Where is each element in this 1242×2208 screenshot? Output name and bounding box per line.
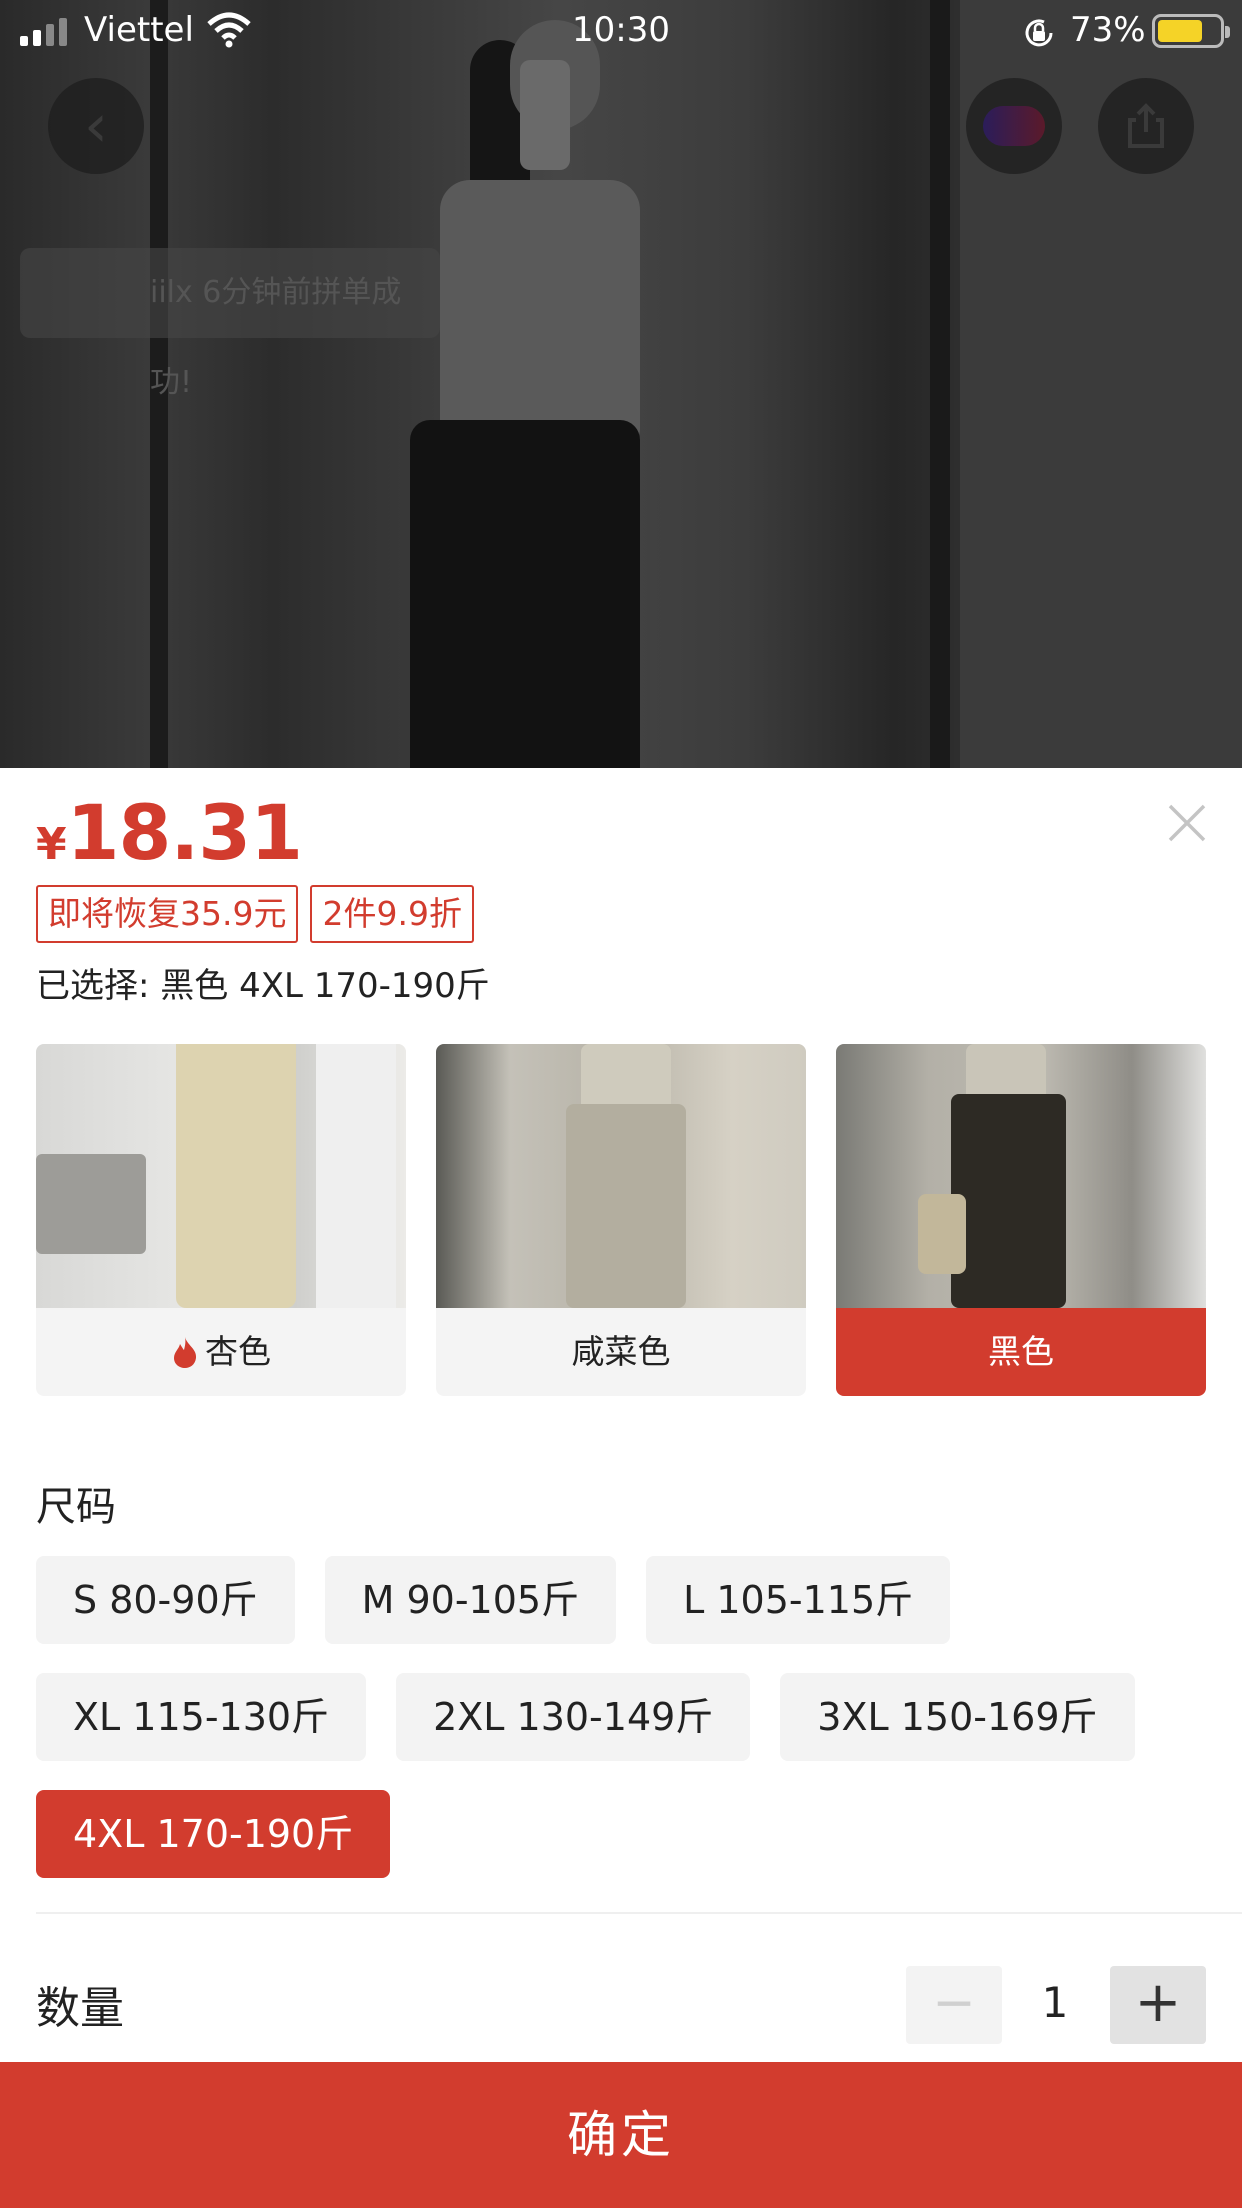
battery-percent: 73% — [1070, 10, 1146, 50]
share-icon — [1128, 103, 1164, 148]
quantity-value[interactable]: 1 — [1010, 1978, 1100, 2027]
photo-figure — [520, 60, 570, 170]
color-option-apricot[interactable]: 杏色 — [36, 1044, 406, 1396]
size-section-title: 尺码 — [36, 1484, 116, 1530]
size-option[interactable]: M 90-105斤 — [324, 1556, 617, 1644]
promo-badge: 即将恢复35.9元 — [36, 885, 299, 943]
color-option-pickle[interactable]: 咸菜色 — [436, 1044, 806, 1396]
quantity-label: 数量 — [36, 1983, 124, 2034]
currency-symbol: ¥ — [36, 819, 67, 870]
color-label: 黑色 — [836, 1308, 1206, 1396]
status-bar: Viettel 10:30 73% — [0, 0, 1242, 60]
color-label-text: 杏色 — [205, 1332, 271, 1371]
size-row: XL 115-130斤 2XL 130-149斤 3XL 150-169斤 — [36, 1673, 1135, 1761]
group-buy-toast: iilx 6分钟前拼单成功! — [20, 248, 440, 400]
quantity-increase-button[interactable]: + — [1110, 1966, 1206, 2044]
color-label: 杏色 — [36, 1308, 406, 1396]
quantity-decrease-button[interactable]: − — [906, 1966, 1002, 2044]
battery-icon — [1152, 14, 1230, 48]
color-label-text: 咸菜色 — [571, 1332, 671, 1371]
size-row: S 80-90斤 M 90-105斤 L 105-115斤 — [36, 1556, 951, 1644]
chevron-left-icon: ‹ — [84, 91, 108, 161]
color-thumbnail — [36, 1044, 406, 1308]
color-thumbnail — [436, 1044, 806, 1308]
size-option[interactable]: 3XL 150-169斤 — [780, 1673, 1135, 1761]
flame-icon — [174, 1337, 197, 1368]
photo-figure — [410, 420, 640, 768]
product-photo-background: iilx 6分钟前拼单成功! ‹ — [0, 0, 1242, 768]
color-options: 杏色 咸菜色 黑色 — [36, 1044, 1206, 1396]
store-logo-button[interactable] — [966, 78, 1062, 174]
price-value: 18.31 — [66, 788, 303, 877]
close-icon[interactable] — [1162, 798, 1212, 848]
size-option[interactable]: L 105-115斤 — [646, 1556, 951, 1644]
share-button[interactable] — [1098, 78, 1194, 174]
selected-summary: 已选择: 黑色 4XL 170-190斤 — [36, 966, 490, 1006]
size-row: 4XL 170-190斤 — [36, 1790, 391, 1878]
back-button[interactable]: ‹ — [48, 78, 144, 174]
promo-badge: 2件9.9折 — [310, 885, 474, 943]
color-label-text: 黑色 — [988, 1332, 1054, 1371]
size-option[interactable]: XL 115-130斤 — [36, 1673, 367, 1761]
size-option-selected[interactable]: 4XL 170-190斤 — [36, 1790, 391, 1878]
size-option[interactable]: S 80-90斤 — [36, 1556, 295, 1644]
sku-selection-sheet: ¥18.31 即将恢复35.9元 2件9.9折 已选择: 黑色 4XL 170-… — [0, 768, 1242, 2208]
color-thumbnail — [836, 1044, 1206, 1308]
size-option[interactable]: 2XL 130-149斤 — [396, 1673, 751, 1761]
rotation-lock-icon — [1025, 19, 1053, 47]
photo-figure — [440, 180, 640, 440]
photo-door-frame — [930, 0, 950, 768]
store-logo-icon — [983, 106, 1045, 146]
divider — [36, 1912, 1242, 1914]
color-option-black[interactable]: 黑色 — [836, 1044, 1206, 1396]
promo-badges: 即将恢复35.9元 2件9.9折 — [36, 885, 474, 943]
confirm-button[interactable]: 确定 — [0, 2062, 1242, 2208]
color-label: 咸菜色 — [436, 1308, 806, 1396]
price: ¥18.31 — [36, 788, 303, 877]
